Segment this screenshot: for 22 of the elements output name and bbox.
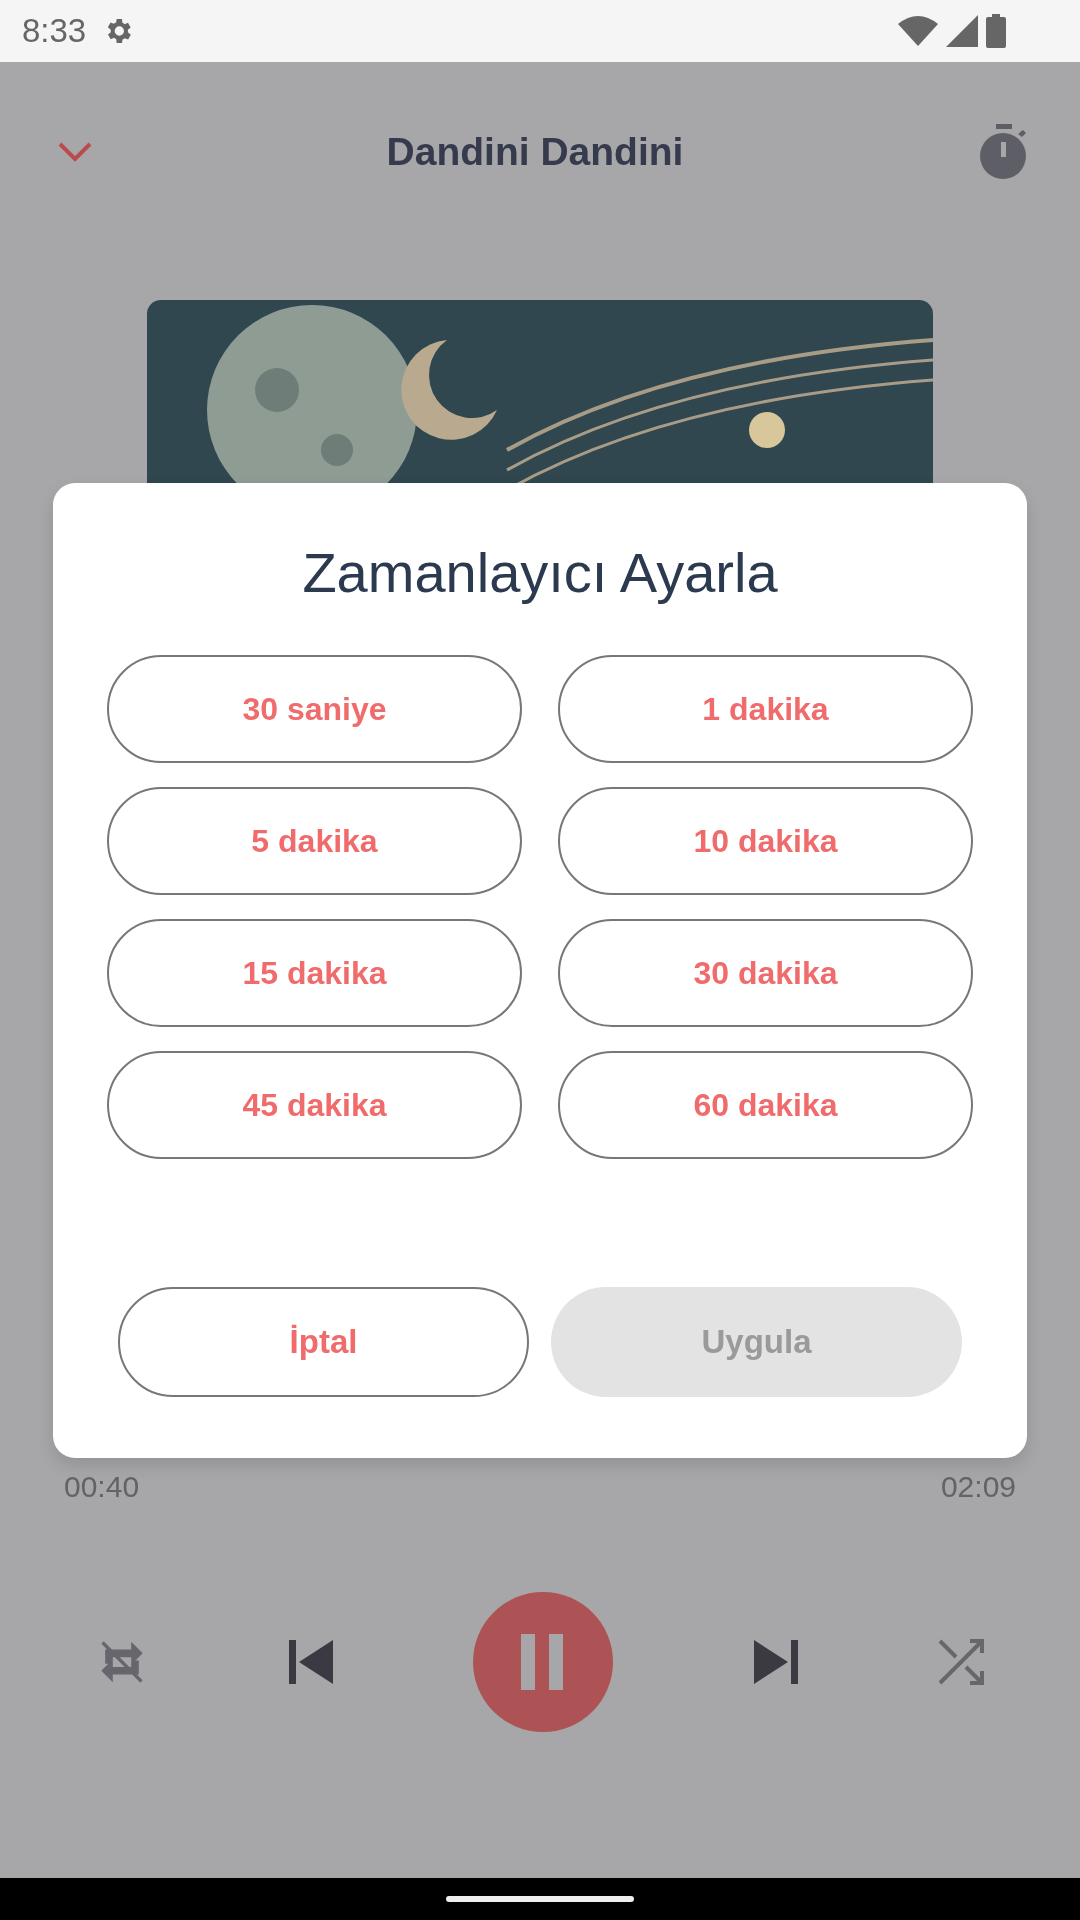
pause-icon: [521, 1634, 565, 1690]
timer-option-button[interactable]: 30 dakika: [558, 919, 973, 1027]
timer-option-button[interactable]: 5 dakika: [107, 787, 522, 895]
previous-icon[interactable]: [288, 1640, 333, 1684]
timer-option-button[interactable]: 30 saniye: [107, 655, 522, 763]
battery-icon: [986, 14, 1006, 48]
chevron-down-icon[interactable]: [58, 142, 92, 162]
dialog-title: Zamanlayıcı Ayarla: [301, 540, 779, 606]
next-icon[interactable]: [753, 1640, 798, 1684]
timer-option-button[interactable]: 45 dakika: [107, 1051, 522, 1159]
song-title: Dandini Dandini: [386, 128, 684, 175]
total-time: 02:09: [940, 1469, 1016, 1505]
shuffle-icon[interactable]: [938, 1639, 984, 1685]
timer-option-button[interactable]: 1 dakika: [558, 655, 973, 763]
timer-option-button[interactable]: 10 dakika: [558, 787, 973, 895]
signal-icon: [946, 15, 978, 47]
timer-option-button[interactable]: 15 dakika: [107, 919, 522, 1027]
cancel-button[interactable]: İptal: [118, 1287, 529, 1397]
timer-option-button[interactable]: 60 dakika: [558, 1051, 973, 1159]
elapsed-time: 00:40: [64, 1469, 140, 1505]
status-time: 8:33: [22, 11, 87, 52]
wifi-icon: [898, 16, 938, 46]
